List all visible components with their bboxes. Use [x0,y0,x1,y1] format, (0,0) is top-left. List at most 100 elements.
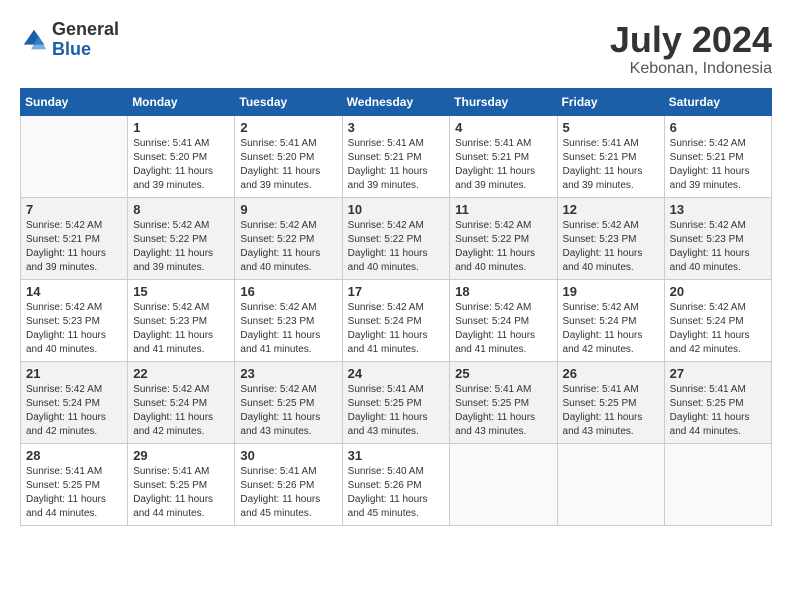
header-row: SundayMondayTuesdayWednesdayThursdayFrid… [21,88,772,115]
day-cell: 31 Sunrise: 5:40 AMSunset: 5:26 PMDayligh… [342,443,450,525]
day-cell: 4 Sunrise: 5:41 AMSunset: 5:21 PMDaylight… [450,115,557,197]
day-cell: 17 Sunrise: 5:42 AMSunset: 5:24 PMDayligh… [342,279,450,361]
week-row-2: 7 Sunrise: 5:42 AMSunset: 5:21 PMDaylight… [21,197,772,279]
day-info: Sunrise: 5:41 AMSunset: 5:25 PMDaylight:… [348,383,445,439]
day-number: 7 [26,202,122,217]
day-number: 2 [240,120,336,135]
day-number: 26 [563,366,659,381]
day-number: 17 [348,284,445,299]
page-header: General Blue July 2024 Kebonan, Indonesi… [20,20,772,78]
day-info: Sunrise: 5:41 AMSunset: 5:25 PMDaylight:… [26,465,122,521]
day-number: 11 [455,202,551,217]
day-number: 12 [563,202,659,217]
day-info: Sunrise: 5:42 AMSunset: 5:21 PMDaylight:… [26,219,122,275]
col-header-thursday: Thursday [450,88,557,115]
day-cell: 27 Sunrise: 5:41 AMSunset: 5:25 PMDayligh… [664,361,771,443]
day-info: Sunrise: 5:41 AMSunset: 5:25 PMDaylight:… [563,383,659,439]
day-number: 10 [348,202,445,217]
day-number: 1 [133,120,229,135]
col-header-wednesday: Wednesday [342,88,450,115]
day-info: Sunrise: 5:42 AMSunset: 5:24 PMDaylight:… [348,301,445,357]
day-cell: 19 Sunrise: 5:42 AMSunset: 5:24 PMDayligh… [557,279,664,361]
day-cell: 6Sunrise: 5:42 AMSunset: 5:21 PMDaylight… [664,115,771,197]
week-row-4: 21 Sunrise: 5:42 AMSunset: 5:24 PMDayligh… [21,361,772,443]
day-cell: 30 Sunrise: 5:41 AMSunset: 5:26 PMDayligh… [235,443,342,525]
day-cell: 25 Sunrise: 5:41 AMSunset: 5:25 PMDayligh… [450,361,557,443]
logo-general-text: General [52,19,119,39]
day-info: Sunrise: 5:42 AMSunset: 5:22 PMDaylight:… [348,219,445,275]
day-number: 23 [240,366,336,381]
day-info: Sunrise: 5:41 AMSunset: 5:25 PMDaylight:… [670,383,766,439]
day-number: 13 [670,202,766,217]
day-info: Sunrise: 5:42 AMSunset: 5:23 PMDaylight:… [563,219,659,275]
day-number: 22 [133,366,229,381]
logo-icon [20,26,48,54]
day-number: 3 [348,120,445,135]
day-info: Sunrise: 5:41 AMSunset: 5:21 PMDaylight:… [455,137,551,193]
month-title: July 2024 [610,20,772,60]
day-cell: 2 Sunrise: 5:41 AMSunset: 5:20 PMDaylight… [235,115,342,197]
day-info: Sunrise: 5:41 AMSunset: 5:25 PMDaylight:… [455,383,551,439]
day-number: 24 [348,366,445,381]
day-cell: 29 Sunrise: 5:41 AMSunset: 5:25 PMDayligh… [128,443,235,525]
title-block: July 2024 Kebonan, Indonesia [610,20,772,78]
day-info: Sunrise: 5:42 AMSunset: 5:22 PMDaylight:… [455,219,551,275]
day-number: 28 [26,448,122,463]
day-cell: 18Sunrise: 5:42 AMSunset: 5:24 PMDayligh… [450,279,557,361]
day-info: Sunrise: 5:42 AMSunset: 5:24 PMDaylight:… [563,301,659,357]
logo: General Blue [20,20,119,60]
day-info: Sunrise: 5:42 AMSunset: 5:24 PMDaylight:… [670,301,766,357]
day-cell: 8Sunrise: 5:42 AMSunset: 5:22 PMDaylight… [128,197,235,279]
day-number: 4 [455,120,551,135]
day-info: Sunrise: 5:42 AMSunset: 5:23 PMDaylight:… [240,301,336,357]
day-info: Sunrise: 5:42 AMSunset: 5:22 PMDaylight:… [240,219,336,275]
day-cell: 9 Sunrise: 5:42 AMSunset: 5:22 PMDaylight… [235,197,342,279]
day-cell: 24 Sunrise: 5:41 AMSunset: 5:25 PMDayligh… [342,361,450,443]
day-info: Sunrise: 5:42 AMSunset: 5:22 PMDaylight:… [133,219,229,275]
col-header-tuesday: Tuesday [235,88,342,115]
day-info: Sunrise: 5:41 AMSunset: 5:21 PMDaylight:… [348,137,445,193]
day-number: 30 [240,448,336,463]
col-header-saturday: Saturday [664,88,771,115]
col-header-sunday: Sunday [21,88,128,115]
day-number: 20 [670,284,766,299]
week-row-3: 14 Sunrise: 5:42 AMSunset: 5:23 PMDayligh… [21,279,772,361]
day-cell: 7 Sunrise: 5:42 AMSunset: 5:21 PMDaylight… [21,197,128,279]
day-info: Sunrise: 5:40 AMSunset: 5:26 PMDaylight:… [348,465,445,521]
day-number: 6 [670,120,766,135]
day-info: Sunrise: 5:41 AMSunset: 5:20 PMDaylight:… [240,137,336,193]
day-cell [664,443,771,525]
day-cell: 22 Sunrise: 5:42 AMSunset: 5:24 PMDayligh… [128,361,235,443]
day-info: Sunrise: 5:41 AMSunset: 5:25 PMDaylight:… [133,465,229,521]
day-number: 19 [563,284,659,299]
day-number: 14 [26,284,122,299]
day-cell: 10 Sunrise: 5:42 AMSunset: 5:22 PMDayligh… [342,197,450,279]
day-info: Sunrise: 5:42 AMSunset: 5:23 PMDaylight:… [133,301,229,357]
day-cell: 13 Sunrise: 5:42 AMSunset: 5:23 PMDayligh… [664,197,771,279]
day-info: Sunrise: 5:42 AMSunset: 5:24 PMDaylight:… [26,383,122,439]
day-cell [21,115,128,197]
day-cell: 20 Sunrise: 5:42 AMSunset: 5:24 PMDayligh… [664,279,771,361]
day-info: Sunrise: 5:41 AMSunset: 5:26 PMDaylight:… [240,465,336,521]
day-cell: 15 Sunrise: 5:42 AMSunset: 5:23 PMDayligh… [128,279,235,361]
day-info: Sunrise: 5:42 AMSunset: 5:23 PMDaylight:… [26,301,122,357]
day-cell: 5 Sunrise: 5:41 AMSunset: 5:21 PMDaylight… [557,115,664,197]
day-info: Sunrise: 5:42 AMSunset: 5:24 PMDaylight:… [133,383,229,439]
day-info: Sunrise: 5:42 AMSunset: 5:24 PMDaylight:… [455,301,551,357]
day-number: 5 [563,120,659,135]
day-info: Sunrise: 5:42 AMSunset: 5:23 PMDaylight:… [670,219,766,275]
day-number: 15 [133,284,229,299]
day-number: 25 [455,366,551,381]
day-info: Sunrise: 5:41 AMSunset: 5:21 PMDaylight:… [563,137,659,193]
day-number: 21 [26,366,122,381]
week-row-5: 28 Sunrise: 5:41 AMSunset: 5:25 PMDayligh… [21,443,772,525]
day-number: 31 [348,448,445,463]
day-cell: 14 Sunrise: 5:42 AMSunset: 5:23 PMDayligh… [21,279,128,361]
day-number: 27 [670,366,766,381]
col-header-friday: Friday [557,88,664,115]
day-number: 29 [133,448,229,463]
day-number: 9 [240,202,336,217]
day-cell: 26 Sunrise: 5:41 AMSunset: 5:25 PMDayligh… [557,361,664,443]
day-number: 16 [240,284,336,299]
day-cell [450,443,557,525]
